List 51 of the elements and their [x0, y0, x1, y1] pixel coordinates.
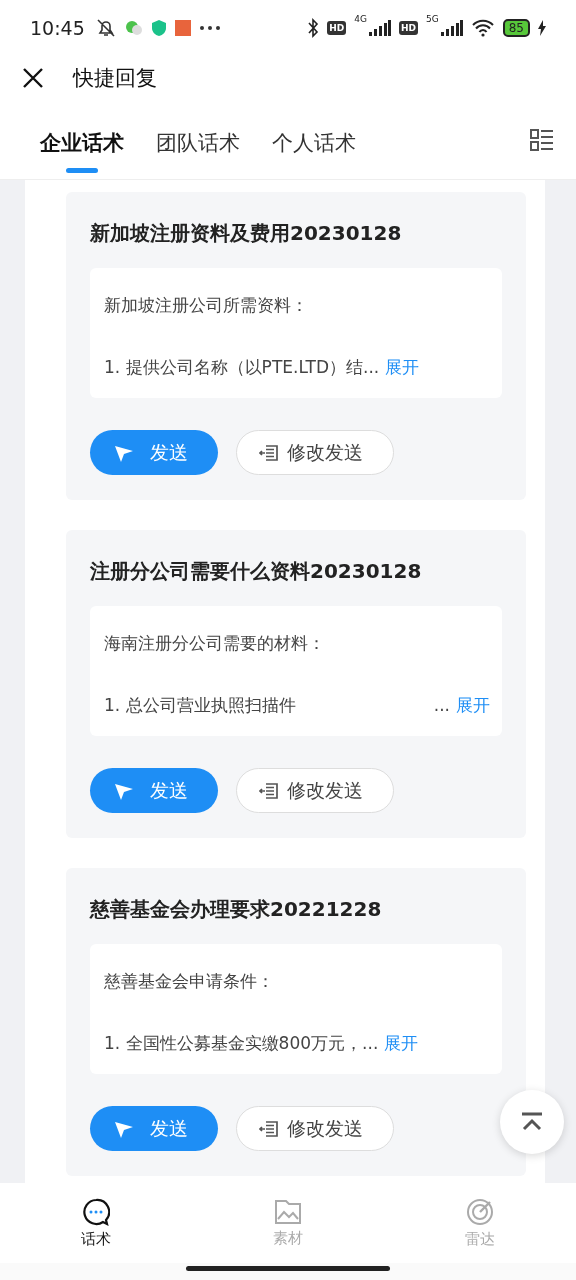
preview-text: 慈善基金会申请条件：	[104, 970, 275, 993]
edit-icon	[259, 1118, 279, 1139]
bluetooth-icon	[307, 17, 320, 38]
hd-badge: HD	[327, 20, 347, 35]
radar-icon	[466, 1197, 494, 1226]
more-dots-icon	[198, 24, 221, 31]
page-title: 快捷回复	[73, 64, 157, 92]
chat-bubble-icon	[82, 1197, 110, 1226]
edit-send-button[interactable]: 修改发送	[236, 1106, 394, 1151]
tab[interactable]: 个人话术	[272, 106, 356, 173]
wifi-icon	[470, 18, 495, 37]
network-label: 4G	[354, 14, 367, 24]
preview-text: 1. 全国性公募基金实缴800万元，...	[104, 1032, 379, 1055]
card-title: 慈善基金会办理要求20221228	[90, 896, 383, 923]
battery-level: 85	[502, 18, 530, 37]
edit-icon	[259, 442, 279, 463]
edit-send-button[interactable]: 修改发送	[236, 430, 394, 475]
send-button[interactable]: 发送	[90, 1106, 218, 1151]
app-icon	[174, 19, 191, 36]
preview-text: 1. 提供公司名称（以PTE.LTD）结...	[104, 356, 380, 379]
card-title: 注册分公司需要什么资料20230128	[90, 558, 423, 585]
edit-icon	[259, 780, 279, 801]
status-time: 10:45	[30, 16, 85, 39]
image-folder-icon	[274, 1198, 302, 1225]
list-view-icon[interactable]	[530, 128, 554, 151]
send-button[interactable]: 发送	[90, 768, 218, 813]
preview-text: 海南注册分公司需要的材料：	[104, 632, 326, 655]
shield-icon	[150, 18, 167, 37]
scroll-to-top-icon	[520, 1112, 544, 1132]
expand-link[interactable]: 展开	[384, 1028, 419, 1058]
hd-badge: HD	[399, 20, 418, 35]
close-icon[interactable]	[22, 66, 44, 89]
tab[interactable]: 企业话术	[40, 106, 124, 173]
signal-icon	[440, 19, 463, 36]
card-title: 新加坡注册资料及费用20230128	[90, 220, 403, 247]
expand-link[interactable]: 展开	[456, 690, 490, 720]
send-button[interactable]: 发送	[90, 430, 218, 475]
tab[interactable]: 团队话术	[156, 106, 240, 173]
muted-bell-icon	[94, 16, 117, 39]
chat-app-icon	[124, 18, 143, 37]
network-label: 5G	[426, 14, 439, 24]
charging-icon	[538, 19, 546, 36]
nav-item[interactable]: 雷达	[432, 1197, 528, 1249]
signal-icon	[369, 19, 391, 36]
nav-item[interactable]: 话术	[48, 1197, 144, 1249]
nav-item[interactable]: 素材	[240, 1198, 336, 1248]
edit-send-button[interactable]: 修改发送	[236, 768, 394, 813]
ellipsis: ...	[433, 694, 450, 717]
preview-text: 1. 总公司营业执照扫描件	[104, 694, 296, 717]
expand-link[interactable]: 展开	[385, 352, 420, 382]
preview-text: 新加坡注册公司所需资料：	[104, 294, 309, 317]
